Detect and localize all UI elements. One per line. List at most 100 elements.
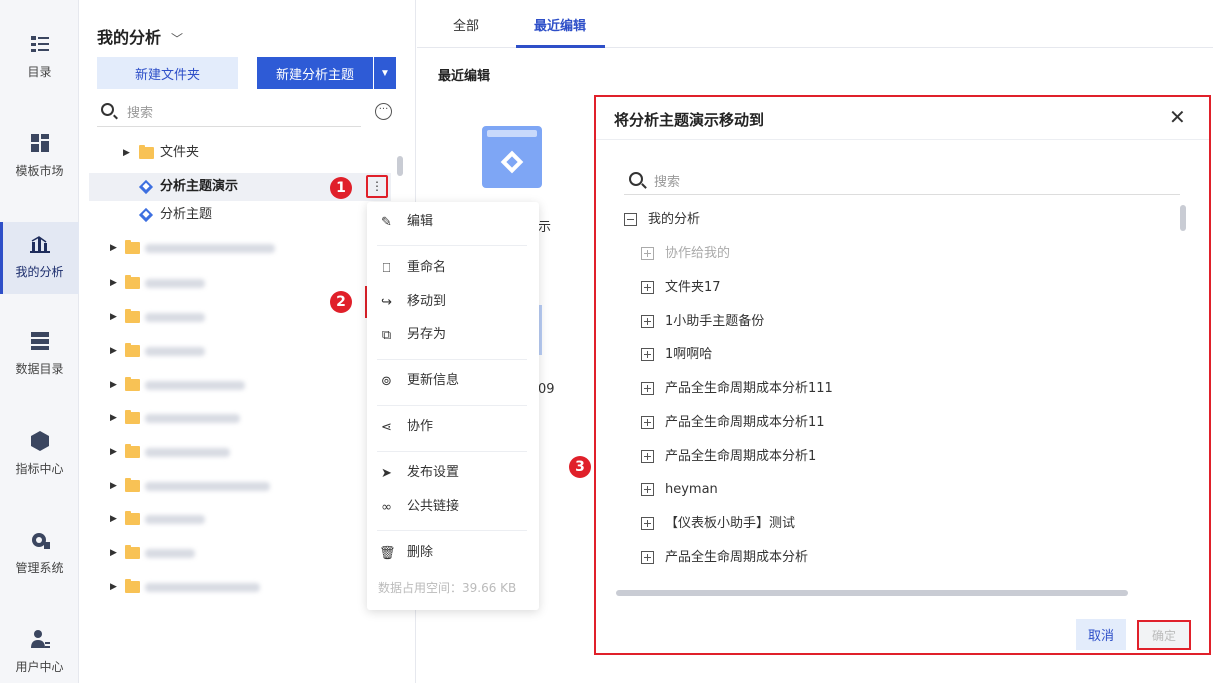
expand-arrow-icon[interactable]: ▶ — [110, 472, 117, 500]
new-dropdown-button[interactable]: ▼ — [374, 57, 396, 89]
blurred-label — [145, 279, 205, 288]
menu-item-rename[interactable]: ⎕ 重命名 — [367, 251, 539, 285]
expand-arrow-icon[interactable]: ▶ — [110, 404, 117, 432]
rename-icon: ⎕ — [382, 261, 391, 276]
dialog-horizontal-scrollbar[interactable] — [616, 590, 1128, 596]
menu-item-move-to[interactable]: ↪ 移动到 — [367, 285, 539, 319]
nav-item-user-center[interactable]: 用户中心 — [0, 628, 79, 683]
tree-row-label: 文件夹 — [160, 145, 200, 160]
nav-item-catalog[interactable]: 目录 — [0, 33, 79, 103]
expand-icon[interactable] — [641, 483, 654, 496]
move-icon: ↪ — [381, 295, 392, 310]
tree-node-label: 1小助手主题备份 — [665, 314, 765, 329]
tree-row-blurred[interactable]: ▶ — [89, 505, 391, 533]
tree-row-blurred[interactable]: ▶ — [89, 371, 391, 399]
tree-row-blurred[interactable]: ▶ — [89, 573, 391, 601]
tree-row-blurred[interactable]: ▶ — [89, 404, 391, 432]
tree-row-subject[interactable]: 分析主题 — [89, 201, 391, 229]
save-as-icon: ⧉ — [381, 328, 392, 343]
expand-icon[interactable] — [641, 348, 654, 361]
menu-item-publish-settings[interactable]: ➤ 发布设置 — [367, 456, 539, 490]
tree-row-blurred[interactable]: ▶ — [89, 438, 391, 466]
blurred-label — [145, 347, 205, 356]
menu-item-public-link[interactable]: ∞ 公共链接 — [367, 490, 539, 524]
panel-title-text: 我的分析 — [97, 28, 162, 47]
more-options-icon[interactable]: ··· — [375, 103, 392, 120]
menu-item-update-info[interactable]: ⊚ 更新信息 — [367, 364, 539, 398]
close-icon[interactable]: ✕ — [1169, 105, 1186, 129]
menu-item-label: 更新信息 — [407, 373, 460, 388]
analysis-card-name-2[interactable]: 09 — [538, 382, 555, 397]
search-placeholder: 搜索 — [654, 175, 681, 190]
expand-arrow-icon[interactable]: ▶ — [110, 269, 117, 297]
panel-search-input[interactable]: 搜索 — [97, 100, 361, 127]
tree-node-label: 产品全生命周期成本分析11 — [665, 415, 825, 430]
panel-title[interactable]: 我的分析 ﹀ — [97, 24, 183, 48]
expand-arrow-icon[interactable]: ▶ — [110, 505, 117, 533]
analysis-card-name[interactable]: 示 — [538, 216, 551, 235]
tab-recent-edit[interactable]: 最近编辑 — [534, 15, 586, 34]
chevron-down-icon[interactable]: ﹀ — [171, 30, 183, 47]
menu-item-label: 删除 — [407, 545, 434, 560]
tree-row-blurred[interactable]: ▶ — [89, 472, 391, 500]
confirm-button[interactable]: 确定 — [1137, 620, 1191, 650]
tree-node-label: 协作给我的 — [665, 246, 731, 261]
tab-all[interactable]: 全部 — [453, 15, 479, 34]
nav-item-data-catalog[interactable]: 数据目录 — [0, 330, 79, 400]
tree-row-label: 分析主题演示 — [160, 179, 239, 194]
new-folder-button[interactable]: 新建文件夹 — [97, 57, 238, 89]
dialog-search-input[interactable]: 搜索 — [624, 167, 1180, 195]
folder-icon — [125, 511, 140, 525]
update-icon: ⊚ — [381, 374, 392, 389]
expand-icon[interactable] — [641, 551, 654, 564]
expand-icon[interactable] — [641, 281, 654, 294]
tree-row-folder[interactable]: ▶ 文件夹 — [89, 139, 391, 167]
nav-item-admin-system[interactable]: 管理系统 — [0, 529, 79, 599]
content-tabs: 全部 最近编辑 — [417, 0, 1213, 48]
send-icon: ➤ — [381, 466, 392, 481]
tree-row-blurred[interactable]: ▶ — [89, 234, 391, 262]
app-root: 目录 模板市场 我的分析 数据目录 指标中心 管理系统 用户中心 我的分析 ﹀ … — [0, 0, 1213, 683]
row-more-button[interactable]: ⋮ — [366, 175, 388, 198]
nav-item-metrics-center[interactable]: 指标中心 — [0, 430, 79, 500]
collapse-icon[interactable] — [624, 213, 637, 226]
expand-icon[interactable] — [641, 315, 654, 328]
dialog-vertical-scrollbar[interactable] — [1180, 205, 1186, 231]
menu-item-label: 重命名 — [407, 260, 447, 275]
new-analysis-subject-button[interactable]: 新建分析主题 — [257, 57, 373, 89]
blurred-label — [145, 549, 195, 558]
blurred-label — [145, 244, 275, 253]
data-catalog-icon — [30, 332, 49, 350]
tree-row-blurred[interactable]: ▶ — [89, 539, 391, 567]
expand-arrow-icon[interactable]: ▶ — [110, 337, 117, 365]
nav-item-my-analysis[interactable]: 我的分析 — [0, 222, 79, 294]
expand-arrow-icon[interactable]: ▶ — [110, 303, 117, 331]
expand-arrow-icon[interactable]: ▶ — [110, 371, 117, 399]
menu-item-save-as[interactable]: ⧉ 另存为 — [367, 318, 539, 352]
menu-item-collaborate[interactable]: ⋖ 协作 — [367, 410, 539, 444]
nav-label: 模板市场 — [15, 164, 64, 178]
tree-node-label: 1啊啊哈 — [665, 347, 713, 362]
expand-icon[interactable] — [641, 416, 654, 429]
tree-row-blurred[interactable]: ▶ — [89, 337, 391, 365]
menu-item-edit[interactable]: ✎ 编辑 — [367, 205, 539, 239]
cancel-button[interactable]: 取消 — [1076, 619, 1126, 650]
expand-icon[interactable] — [641, 450, 654, 463]
expand-arrow-icon[interactable]: ▶ — [110, 234, 117, 262]
menu-item-delete[interactable]: 🗑 删除 — [367, 536, 539, 570]
tree-node-label: 文件夹17 — [665, 280, 721, 295]
expand-arrow-icon[interactable]: ▶ — [110, 438, 117, 466]
left-nav: 目录 模板市场 我的分析 数据目录 指标中心 管理系统 用户中心 — [0, 0, 79, 683]
expand-arrow-icon[interactable]: ▶ — [123, 139, 130, 167]
expand-icon[interactable] — [641, 517, 654, 530]
menu-divider — [377, 359, 527, 360]
expand-arrow-icon[interactable]: ▶ — [110, 539, 117, 567]
panel-scrollbar[interactable] — [397, 156, 403, 176]
blurred-label — [145, 313, 205, 322]
analysis-card-thumbnail[interactable] — [482, 126, 542, 188]
nav-item-template-market[interactable]: 模板市场 — [0, 132, 79, 202]
expand-arrow-icon[interactable]: ▶ — [110, 573, 117, 601]
blurred-label — [145, 515, 205, 524]
expand-icon[interactable] — [641, 382, 654, 395]
analysis-subject-icon — [500, 150, 524, 174]
